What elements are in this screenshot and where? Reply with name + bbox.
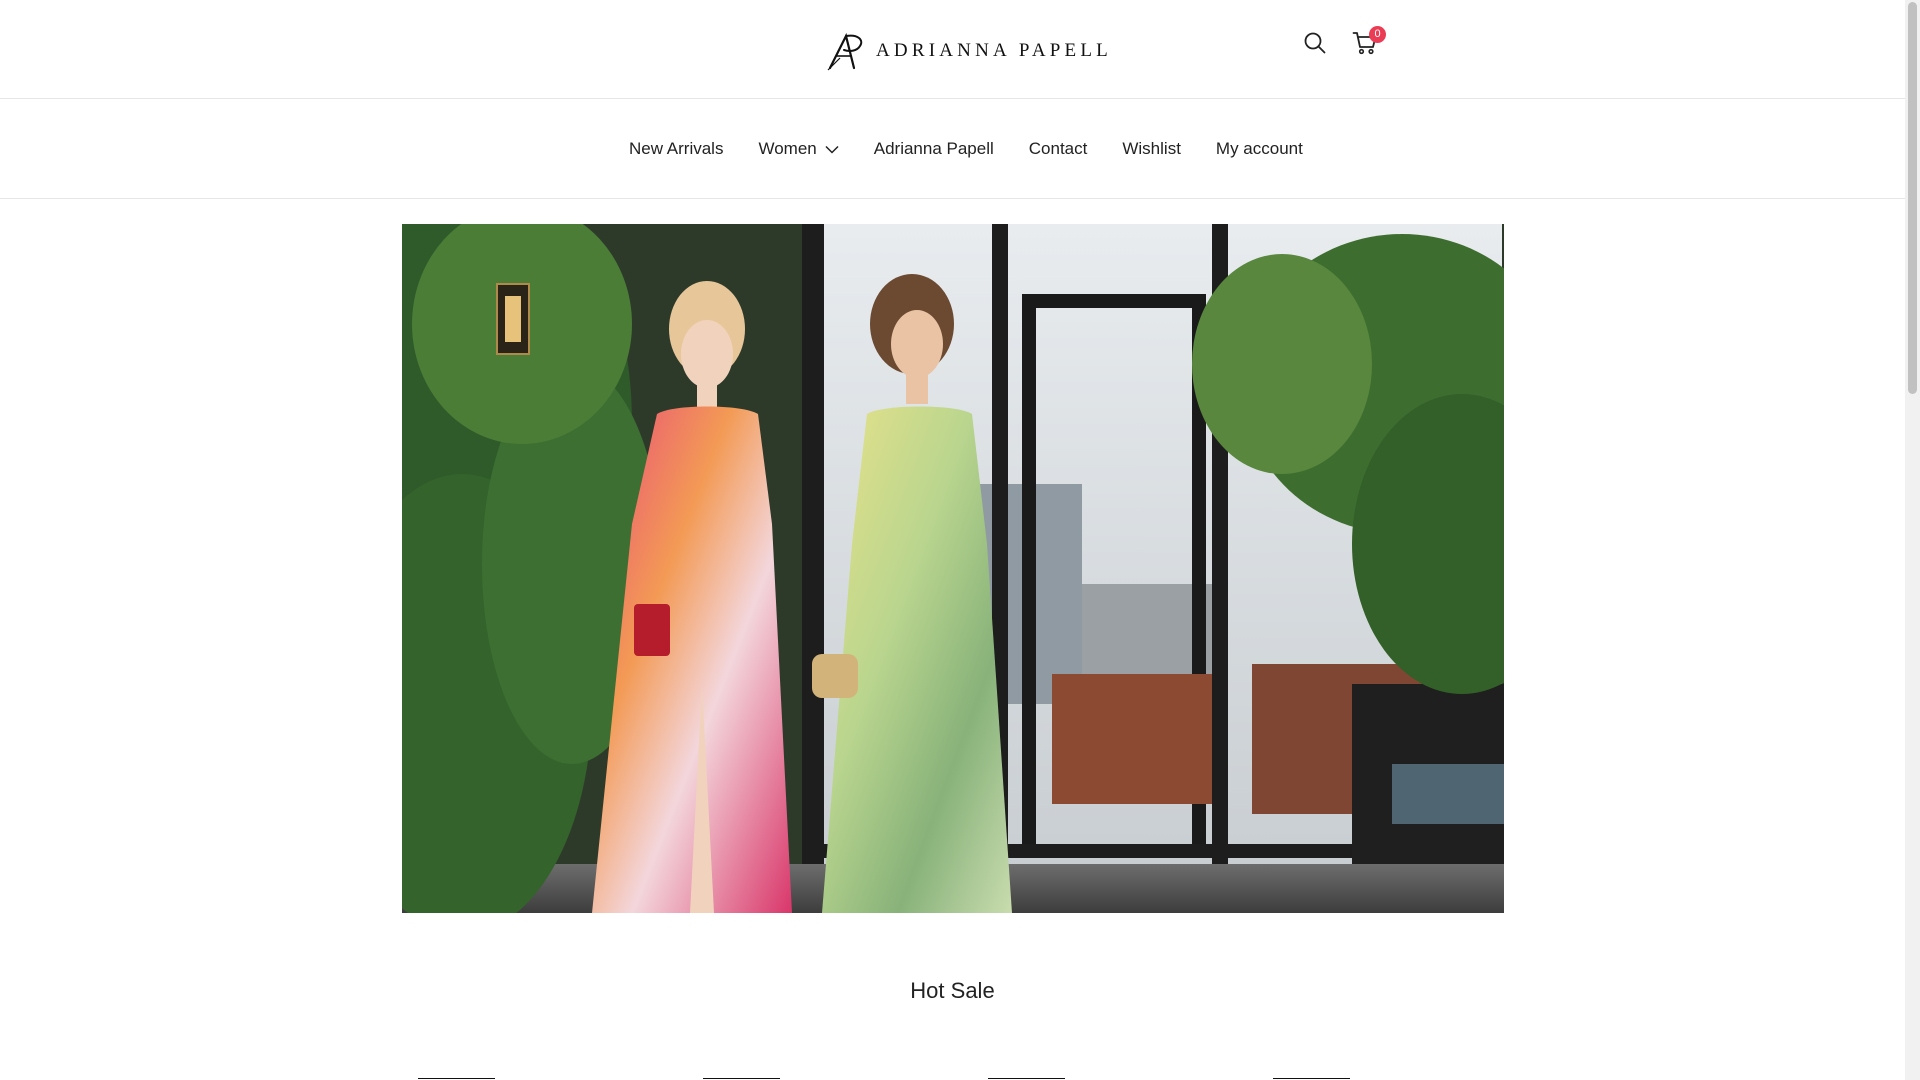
nav-item-label: Women [758, 139, 817, 158]
vertical-scrollbar[interactable] [1905, 0, 1920, 1080]
search-icon [1304, 32, 1326, 54]
site-header: ADRIANNA PAPELL 0 [0, 0, 1905, 99]
nav-item-adrianna-papell[interactable]: Adrianna Papell [874, 139, 994, 159]
nav-item-label: Wishlist [1122, 139, 1181, 158]
product-card-top [1273, 1078, 1350, 1079]
site-logo[interactable]: ADRIANNA PAPELL [826, 30, 1112, 72]
product-card-top [418, 1078, 495, 1079]
nav-menu: New Arrivals Women Adrianna Papell Conta… [629, 99, 1303, 199]
hero-illustration [402, 224, 1504, 913]
nav-item-wishlist[interactable]: Wishlist [1122, 139, 1181, 159]
logo-text: ADRIANNA PAPELL [876, 40, 1112, 61]
page: ADRIANNA PAPELL 0 New Arrivals Women Adr… [0, 0, 1905, 1080]
logo-monogram-icon [827, 32, 863, 71]
nav-item-label: New Arrivals [629, 139, 724, 158]
chevron-down-icon [825, 145, 839, 154]
nav-item-women[interactable]: Women [758, 139, 839, 159]
nav-item-my-account[interactable]: My account [1216, 139, 1303, 159]
header-actions: 0 [1300, 26, 1386, 58]
nav-item-contact[interactable]: Contact [1029, 139, 1088, 159]
cart-count-badge: 0 [1369, 26, 1386, 43]
hot-sale-title: Hot Sale [910, 978, 995, 1003]
nav-item-label: My account [1215, 139, 1303, 158]
hero-banner-image[interactable] [402, 224, 1504, 913]
product-card-top [988, 1078, 1065, 1079]
product-card-top [703, 1078, 780, 1079]
main-navigation: New Arrivals Women Adrianna Papell Conta… [0, 99, 1905, 199]
nav-item-label: Adrianna Papell [873, 139, 994, 158]
nav-item-label: Contact [1028, 139, 1088, 158]
search-button[interactable] [1300, 28, 1330, 58]
scrollbar-thumb[interactable] [1908, 2, 1917, 394]
nav-item-new-arrivals[interactable]: New Arrivals [629, 139, 723, 159]
cart-button[interactable]: 0 [1350, 26, 1386, 58]
